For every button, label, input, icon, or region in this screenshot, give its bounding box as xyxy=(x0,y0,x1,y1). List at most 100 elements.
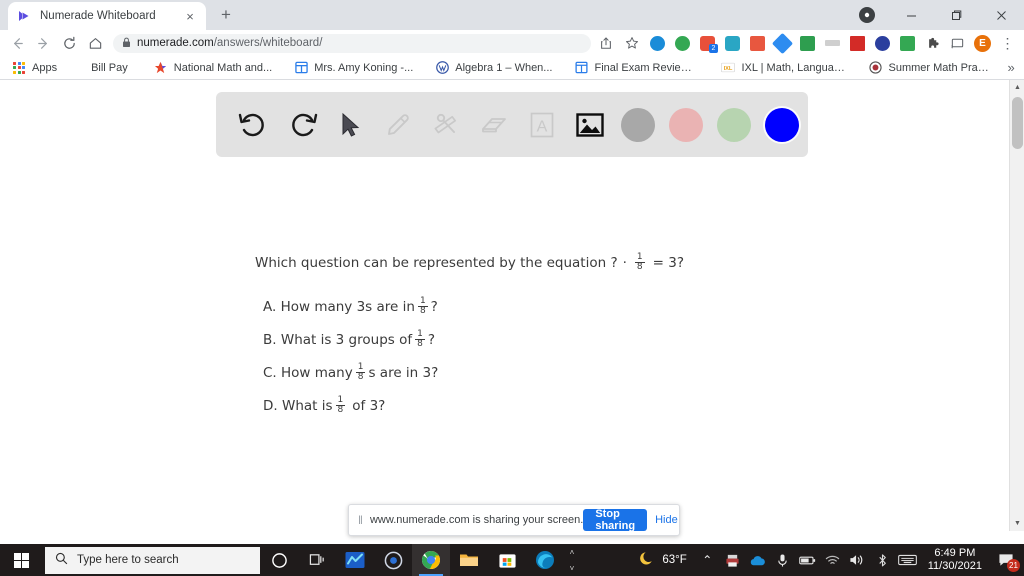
extension-cast-green-button[interactable] xyxy=(795,31,820,55)
bookmark-item-bill-pay[interactable]: Bill Pay xyxy=(85,58,134,78)
microsoft-store-button[interactable] xyxy=(488,544,526,576)
question-text-before: Which question can be represented by the… xyxy=(255,254,618,271)
bookmark-item-final-exam[interactable]: Final Exam Review -... xyxy=(568,58,705,78)
chevron-up-icon: ˄ xyxy=(569,547,575,557)
extension-gray-tool-button[interactable] xyxy=(820,31,845,55)
fraction-numerator: 1 xyxy=(337,394,344,405)
weather-widget[interactable]: 63°F xyxy=(635,550,694,570)
back-button[interactable] xyxy=(4,31,30,55)
close-button[interactable] xyxy=(979,0,1024,30)
microphone-icon[interactable] xyxy=(770,544,795,576)
taskbar-clock[interactable]: 6:49 PM 11/30/2021 xyxy=(920,547,990,573)
answer-choice-d[interactable]: D. What is 1 8 of 3? xyxy=(263,394,438,416)
home-button[interactable] xyxy=(82,31,108,55)
minimize-button[interactable] xyxy=(889,0,934,30)
start-button[interactable] xyxy=(0,544,42,576)
stop-sharing-button[interactable]: Stop sharing xyxy=(583,508,648,532)
extension-orange-book-button[interactable] xyxy=(745,31,770,55)
blue-chart-app-button[interactable] xyxy=(336,544,374,576)
bookmark-star-button[interactable] xyxy=(619,31,645,55)
maximize-button[interactable] xyxy=(934,0,979,30)
fraction-numerator: 1 xyxy=(419,296,426,306)
extension-blue-circle-button[interactable] xyxy=(645,31,670,55)
pencil-tool[interactable] xyxy=(374,101,422,149)
color-swatch-green[interactable] xyxy=(710,101,758,149)
text-tool[interactable]: A xyxy=(518,101,566,149)
cursor-icon xyxy=(342,112,360,137)
profile-avatar-button[interactable]: E xyxy=(970,31,995,55)
pencil-icon xyxy=(388,113,409,135)
wifi-icon[interactable] xyxy=(820,544,845,576)
address-bar[interactable]: numerade.com/answers/whiteboard/ xyxy=(113,33,591,53)
keyboard-icon[interactable] xyxy=(895,544,920,576)
answer-choice-a[interactable]: A. How many 3s are in 1 8 ? xyxy=(263,296,438,317)
bookmarks-overflow-button[interactable]: » xyxy=(999,60,1022,75)
browser-tab[interactable]: Numerade Whiteboard × xyxy=(8,2,206,30)
speaker-icon[interactable] xyxy=(845,544,870,576)
cast-icon xyxy=(951,38,964,48)
vertical-scroll-thumb[interactable] xyxy=(1012,97,1023,149)
extension-orange-book-icon xyxy=(750,35,765,51)
scroll-up-arrow[interactable]: ▲ xyxy=(1010,80,1024,95)
taskbar-scroll-arrows[interactable]: ˄ ˅ xyxy=(564,544,580,576)
extension-blue-diamond-button[interactable] xyxy=(770,31,795,55)
bookmark-item-national-math[interactable]: National Math and... xyxy=(148,58,278,78)
record-indicator-button[interactable] xyxy=(844,0,889,30)
forward-button[interactable] xyxy=(30,31,56,55)
extension-puzzle-button[interactable] xyxy=(920,31,945,55)
hide-sharing-bar-button[interactable]: Hide xyxy=(655,514,678,526)
color-blue-circle xyxy=(765,107,799,142)
choice-text-post: of 3? xyxy=(352,397,386,414)
chrome-menu-button[interactable]: ⋮ xyxy=(995,31,1020,55)
bluetooth-icon[interactable] xyxy=(870,544,895,576)
extension-cast-button[interactable] xyxy=(945,31,970,55)
answer-choice-b[interactable]: B. What is 3 groups of 1 8 ? xyxy=(263,329,438,350)
notification-center-button[interactable]: 21 xyxy=(990,544,1022,576)
bookmark-item-ixl[interactable]: IXL IXL | Math, Languag... xyxy=(715,58,852,78)
reload-button[interactable] xyxy=(56,31,82,55)
show-hidden-icons-button[interactable]: ⌃ xyxy=(695,544,720,576)
printer-icon[interactable] xyxy=(720,544,745,576)
onedrive-icon[interactable] xyxy=(745,544,770,576)
task-view-button[interactable] xyxy=(298,544,336,576)
new-tab-button[interactable]: + xyxy=(212,1,240,29)
drag-handle-icon[interactable]: ‖ xyxy=(358,513,363,527)
bookmark-apps[interactable]: Apps xyxy=(6,58,63,78)
scroll-down-arrow[interactable]: ▼ xyxy=(1010,516,1024,531)
cortana-button[interactable] xyxy=(260,544,298,576)
back-arrow-icon xyxy=(13,37,23,49)
url-text: numerade.com/answers/whiteboard/ xyxy=(137,37,322,49)
bookmark-item-amy-koning[interactable]: Mrs. Amy Koning -... xyxy=(288,58,419,78)
moon-icon xyxy=(639,550,656,570)
select-tool[interactable] xyxy=(326,101,374,149)
share-button[interactable] xyxy=(593,31,619,55)
vertical-scrollbar[interactable]: ▲ ▼ xyxy=(1009,80,1024,531)
undo-button[interactable] xyxy=(230,101,278,149)
edge-button[interactable] xyxy=(526,544,564,576)
extension-green-screen-button[interactable] xyxy=(895,31,920,55)
color-swatch-gray[interactable] xyxy=(614,101,662,149)
answer-choice-c[interactable]: C. How many 1 8 s are in 3? xyxy=(263,362,438,383)
file-explorer-button[interactable] xyxy=(450,544,488,576)
battery-icon[interactable] xyxy=(795,544,820,576)
bookmark-item-algebra1[interactable]: Algebra 1 – When... xyxy=(429,58,558,78)
color-swatch-pink[interactable] xyxy=(662,101,710,149)
extension-teal-box-button[interactable] xyxy=(720,31,745,55)
bookmark-item-summer-math[interactable]: Summer Math Pract... xyxy=(862,58,999,78)
color-swatch-blue[interactable] xyxy=(758,101,806,149)
chrome-button[interactable] xyxy=(412,544,450,576)
circle-record-app-button[interactable] xyxy=(374,544,412,576)
extension-kami-button[interactable] xyxy=(870,31,895,55)
choice-text-pre: D. What is xyxy=(263,397,333,414)
extension-adobe-pdf-button[interactable] xyxy=(845,31,870,55)
taskbar-search-input[interactable]: Type here to search xyxy=(45,546,260,574)
image-tool[interactable] xyxy=(566,101,614,149)
clock-time: 6:49 PM xyxy=(934,547,976,559)
tab-close-button[interactable]: × xyxy=(182,8,198,24)
redo-button[interactable] xyxy=(278,101,326,149)
extension-green-plus-button[interactable] xyxy=(670,31,695,55)
shapes-tool[interactable] xyxy=(422,101,470,149)
puzzle-icon xyxy=(929,37,939,48)
eraser-tool[interactable] xyxy=(470,101,518,149)
extension-red-clip-button[interactable]: 2 xyxy=(695,31,720,55)
